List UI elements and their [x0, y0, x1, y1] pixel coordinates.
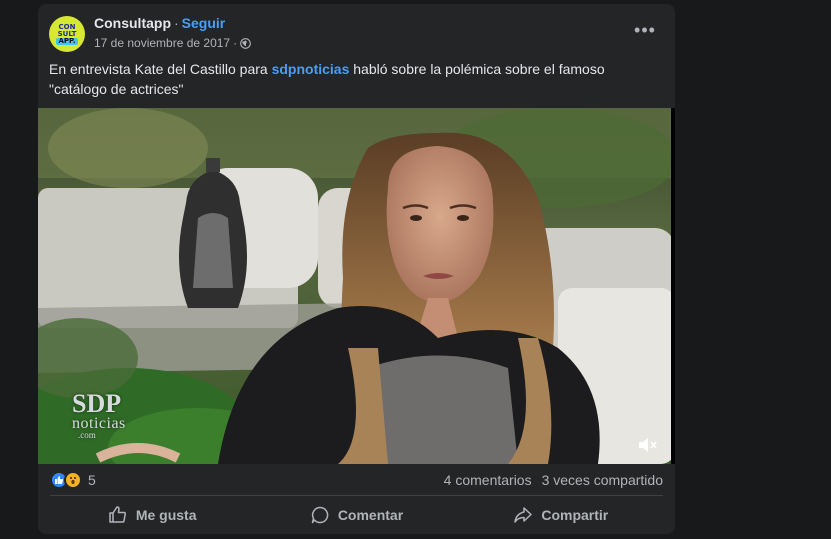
post-date[interactable]: 17 de noviembre de 2017 — [94, 36, 230, 50]
reactions-summary[interactable]: 5 — [50, 471, 96, 489]
thumbs-up-icon — [109, 506, 126, 523]
avatar-text-3: APP. — [56, 36, 78, 45]
comment-icon — [311, 506, 329, 524]
meta-separator: · — [233, 36, 238, 50]
share-icon — [514, 507, 533, 523]
engagement-counts: 4 comentarios 3 veces compartido — [444, 472, 663, 488]
author-name[interactable]: Consultapp — [94, 15, 171, 31]
author-line: Consultapp · Seguir — [94, 15, 225, 31]
caption-link[interactable]: sdpnoticias — [272, 61, 350, 77]
share-label: Compartir — [541, 507, 609, 523]
caption-text-start: En entrevista Kate del Castillo para — [49, 61, 272, 77]
watermark-sub2: .com — [78, 430, 96, 440]
comments-count[interactable]: 4 comentarios — [444, 472, 532, 488]
post-header: CON SULT APP. Consultapp · Seguir 17 de no… — [38, 4, 675, 60]
post-caption: En entrevista Kate del Castillo para sdp… — [49, 59, 664, 99]
share-button[interactable]: Compartir — [459, 500, 663, 530]
speaker-muted-icon[interactable] — [637, 436, 659, 454]
post-actions: Me gusta Comentar Compartir — [50, 500, 663, 530]
video-frame — [38, 108, 675, 464]
follow-button[interactable]: Seguir — [182, 15, 226, 31]
actions-divider — [50, 495, 663, 496]
video-watermark: SDP noticias .com — [72, 391, 126, 440]
video-player[interactable]: SDP noticias .com — [38, 108, 675, 464]
more-options-icon[interactable]: ••• — [633, 20, 657, 40]
comment-label: Comentar — [337, 507, 404, 523]
post-stats: 5 4 comentarios 3 veces compartido — [38, 466, 675, 494]
shares-count[interactable]: 3 veces compartido — [542, 472, 663, 488]
post-card: CON SULT APP. Consultapp · Seguir 17 de no… — [38, 4, 675, 534]
dot-separator: · — [174, 15, 179, 31]
wow-icon — [64, 471, 82, 489]
reaction-count: 5 — [88, 472, 96, 488]
video-edge — [671, 108, 675, 464]
like-button[interactable]: Me gusta — [50, 500, 254, 530]
globe-icon — [240, 37, 251, 49]
comment-button[interactable]: Comentar — [254, 500, 458, 530]
watermark-main: SDP — [72, 389, 122, 418]
like-label: Me gusta — [135, 507, 197, 523]
avatar[interactable]: CON SULT APP. — [49, 16, 85, 52]
watermark-sub: noticias — [72, 415, 126, 432]
post-meta: 17 de noviembre de 2017 · — [94, 36, 251, 50]
